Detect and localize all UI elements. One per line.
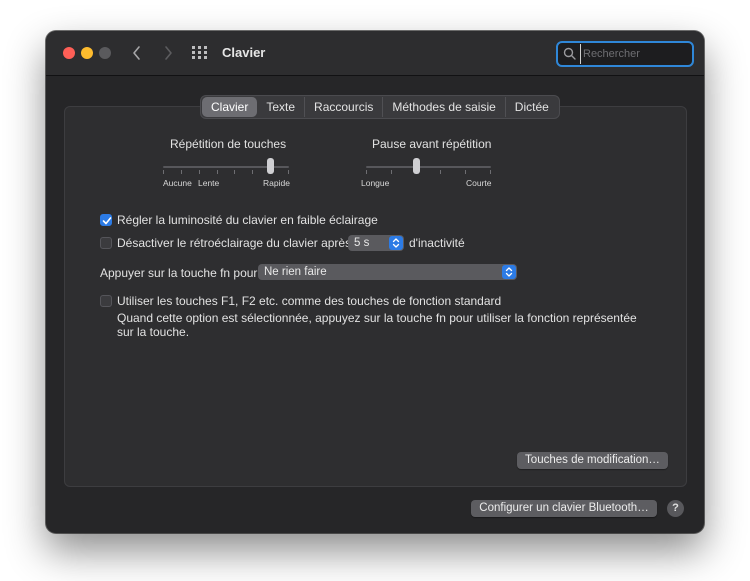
chevron-right-icon [165, 46, 172, 60]
backlight-duration-value: 5 s [354, 237, 370, 249]
search-field[interactable] [556, 41, 694, 67]
tab-methodes-de-saisie[interactable]: Méthodes de saisie [383, 97, 506, 117]
function-keys-description: Quand cette option est sélectionnée, app… [117, 311, 637, 339]
backlight-duration-select[interactable]: 5 s [348, 235, 404, 251]
grid-icon [192, 46, 207, 59]
backlight-off-suffix: d'inactivité [409, 236, 465, 250]
fn-key-value: Ne rien faire [264, 266, 327, 278]
key-repeat-label-aucune: Aucune [163, 178, 192, 188]
keyboard-preferences-window: Clavier Clavier Texte Raccourcis Méthode… [46, 31, 704, 533]
maximize-dot-icon [99, 47, 111, 59]
repeat-delay-slider[interactable] [366, 156, 491, 178]
tab-raccourcis[interactable]: Raccourcis [305, 97, 384, 117]
fn-key-select[interactable]: Ne rien faire [258, 264, 517, 280]
show-all-button[interactable] [192, 46, 208, 60]
slider-tick [490, 170, 491, 174]
function-keys-label: Utiliser les touches F1, F2 etc. comme d… [117, 294, 502, 308]
checkmark-icon [102, 217, 112, 225]
search-input[interactable] [580, 44, 688, 64]
tab-texte[interactable]: Texte [257, 97, 306, 117]
close-dot-icon[interactable] [63, 47, 75, 59]
magnifier-icon [563, 47, 576, 60]
window-title: Clavier [222, 45, 266, 60]
function-keys-checkbox[interactable] [100, 295, 112, 307]
key-repeat-label-lente: Lente [198, 178, 220, 188]
slider-track [366, 166, 491, 168]
tab-bar: Clavier Texte Raccourcis Méthodes de sai… [200, 95, 560, 119]
back-button[interactable] [126, 40, 148, 66]
configure-bluetooth-keyboard-button[interactable]: Configurer un clavier Bluetooth… [471, 500, 657, 517]
key-repeat-title: Répétition de touches [170, 137, 287, 151]
slider-knob[interactable] [413, 158, 420, 174]
slider-tick [465, 170, 466, 174]
slider-tick [252, 170, 253, 174]
slider-tick [366, 170, 367, 174]
fn-key-label: Appuyer sur la touche fn pour [100, 266, 258, 280]
repeat-delay-label-courte: Courte [466, 178, 492, 188]
select-arrows-icon [502, 265, 516, 279]
adjust-brightness-checkbox[interactable] [100, 214, 112, 226]
adjust-brightness-label: Régler la luminosité du clavier en faibl… [117, 213, 378, 227]
minimize-dot-icon[interactable] [81, 47, 93, 59]
slider-tick [440, 170, 441, 174]
slider-tick [199, 170, 200, 174]
forward-button[interactable] [157, 40, 179, 66]
modifier-keys-button[interactable]: Touches de modification… [517, 452, 668, 469]
repeat-delay-label-longue: Longue [361, 178, 390, 188]
backlight-off-label: Désactiver le rétroéclairage du clavier … [117, 236, 352, 250]
tab-clavier[interactable]: Clavier [202, 97, 258, 117]
key-repeat-label-rapide: Rapide [263, 178, 290, 188]
tab-dictee[interactable]: Dictée [506, 97, 558, 117]
slider-tick [181, 170, 182, 174]
slider-knob[interactable] [267, 158, 274, 174]
repeat-delay-title: Pause avant répétition [372, 137, 492, 151]
slider-tick [288, 170, 289, 174]
slider-tick [163, 170, 164, 174]
backlight-off-checkbox[interactable] [100, 237, 112, 249]
title-bar: Clavier [46, 31, 704, 76]
select-arrows-icon [389, 236, 403, 250]
slider-tick [234, 170, 235, 174]
chevron-left-icon [133, 46, 140, 60]
help-button[interactable]: ? [667, 500, 684, 517]
slider-tick [391, 170, 392, 174]
slider-tick [217, 170, 218, 174]
key-repeat-slider[interactable] [163, 156, 289, 178]
